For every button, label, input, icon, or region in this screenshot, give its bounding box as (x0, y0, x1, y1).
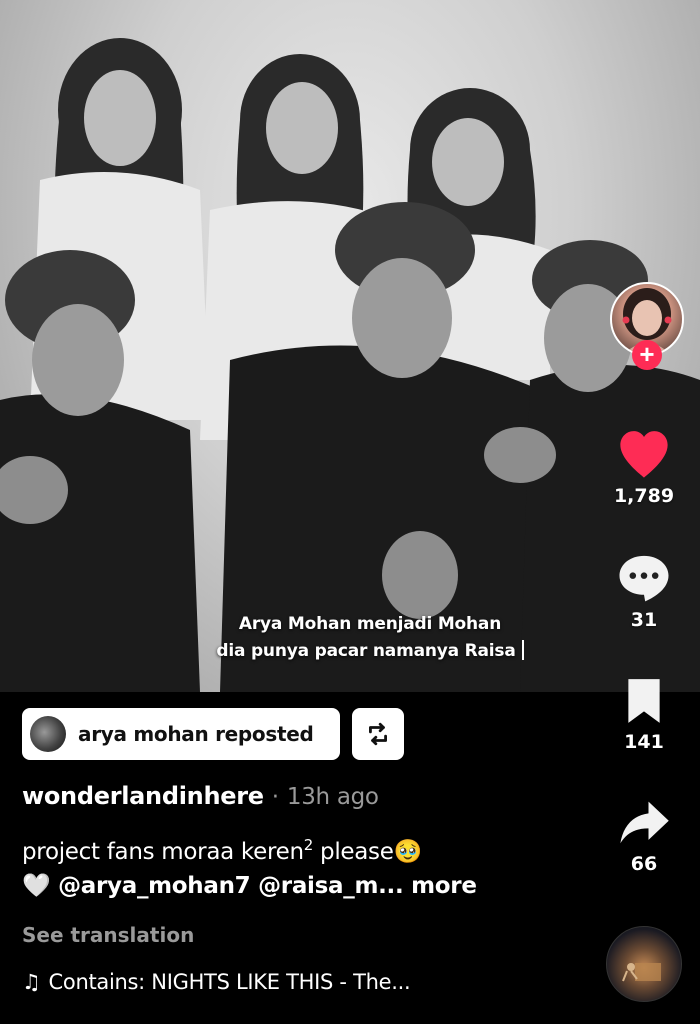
share-count: 66 (630, 853, 658, 875)
music-disc[interactable] (606, 926, 682, 1002)
caption-text: project fans moraa keren (22, 839, 304, 865)
post-caption-line-2: 🤍 @arya_mohan7 @raisa_m... more (22, 872, 477, 899)
music-label: Contains: NIGHTS LIKE THIS - The... (48, 970, 411, 994)
video-subtitle-line-2: dia punya pacar namanya Raisa (0, 640, 700, 661)
repost-icon (369, 722, 387, 746)
follow-button[interactable]: + (632, 340, 662, 370)
save-action[interactable]: 141 (604, 676, 684, 753)
comment-action[interactable]: 31 (604, 552, 684, 631)
music-info[interactable]: ♫ Contains: NIGHTS LIKE THIS - The... (22, 970, 411, 994)
video-player[interactable]: Arya Mohan menjadi Mohan dia punya pacar… (0, 0, 700, 692)
video-subtitle-line-1: Arya Mohan menjadi Mohan (238, 614, 502, 634)
bookmark-icon[interactable] (622, 676, 666, 726)
caption-more-link[interactable]: more (411, 873, 477, 899)
creator-avatar-group[interactable]: + (610, 282, 684, 378)
video-frame (0, 38, 700, 692)
caption-tail: please (313, 839, 394, 865)
share-icon[interactable] (617, 798, 671, 848)
reposter-avatar[interactable] (30, 716, 66, 752)
subtitle-cursor (521, 640, 524, 660)
heart-icon[interactable] (614, 428, 674, 480)
music-note-icon: ♫ (22, 970, 41, 994)
video-subtitle-line-2-text: dia punya pacar namanya Raisa (216, 641, 516, 661)
repost-button[interactable] (352, 708, 404, 760)
repost-badge[interactable]: arya mohan reposted (22, 708, 340, 760)
share-action[interactable]: 66 (604, 798, 684, 875)
comment-count: 31 (630, 609, 658, 631)
like-action[interactable]: 1,789 (604, 428, 684, 507)
see-translation-link[interactable]: See translation (22, 923, 194, 947)
music-disc-art (622, 963, 661, 982)
post-caption: project fans moraa keren2 please🥹 (22, 836, 422, 865)
post-author-line: wonderlandinhere · 13h ago (22, 782, 379, 810)
caption-superscript: 2 (303, 836, 314, 854)
like-count: 1,789 (613, 485, 675, 507)
white-heart-emoji: 🤍 (22, 873, 51, 899)
author-separator: · (271, 784, 279, 810)
caption-mentions[interactable]: @arya_mohan7 @raisa_m... (58, 873, 404, 899)
comment-icon[interactable] (616, 552, 672, 604)
author-username[interactable]: wonderlandinhere (22, 782, 264, 810)
save-count: 141 (624, 731, 664, 753)
repost-label: arya mohan reposted (78, 722, 314, 746)
post-time: 13h ago (286, 784, 379, 810)
pleading-face-emoji: 🥹 (393, 839, 423, 865)
